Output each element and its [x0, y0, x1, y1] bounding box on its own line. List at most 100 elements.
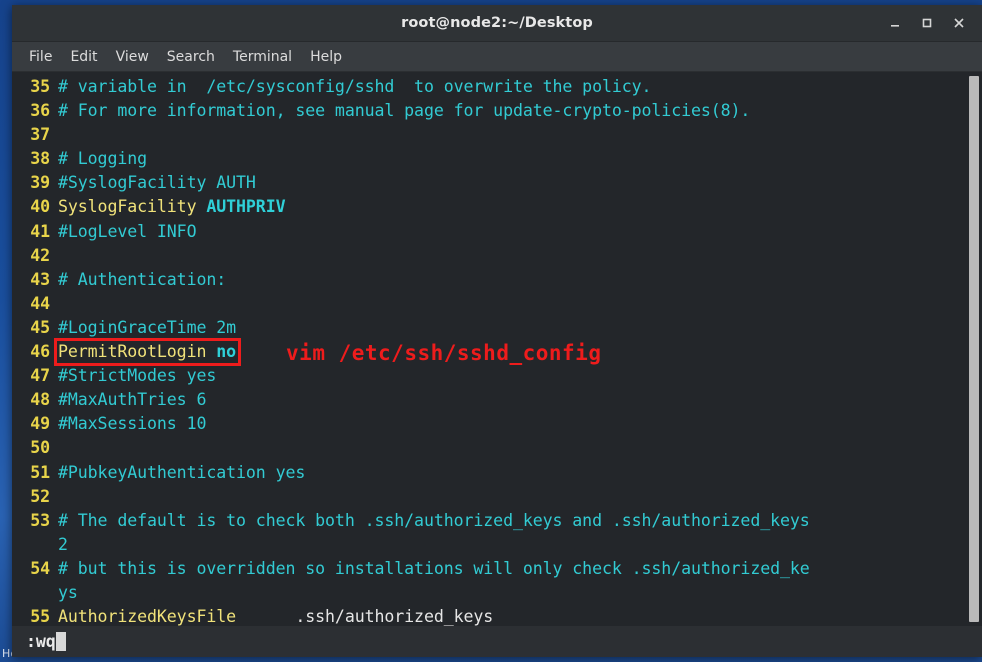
line-segment: # Authentication: [58, 269, 227, 289]
menu-item-file[interactable]: File [20, 46, 61, 68]
line-segment: #LogLevel INFO [58, 221, 197, 241]
line-content: # The default is to check both .ssh/auth… [58, 509, 810, 533]
terminal-body: 35 # variable in /etc/sysconfig/sshd to o… [12, 72, 982, 626]
line-number [20, 533, 58, 557]
editor-line: 49 #MaxSessions 10 [12, 412, 966, 436]
line-segment: 2 [58, 534, 68, 554]
maximize-button[interactable] [912, 10, 942, 36]
editor-line: 54 # but this is overridden so installati… [12, 557, 966, 581]
line-number: 48 [30, 390, 50, 410]
line-segment: .ssh/authorized_keys [236, 607, 494, 626]
line-content: #LoginGraceTime 2m [58, 316, 236, 340]
minimize-button[interactable] [880, 10, 910, 36]
editor-line: 41 #LogLevel INFO [12, 220, 966, 244]
editor-line: 55 AuthorizedKeysFile .ssh/authorized_key… [12, 605, 966, 626]
editor-line: 53 # The default is to check both .ssh/au… [12, 509, 966, 533]
line-content: SyslogFacility AUTHPRIV [58, 195, 286, 219]
line-number: 50 [30, 438, 50, 458]
window-controls [880, 10, 982, 36]
line-content: PermitRootLogin no [58, 340, 236, 364]
line-segment: #StrictModes yes [58, 366, 217, 386]
close-button[interactable] [944, 10, 974, 36]
line-number: 54 [30, 558, 50, 578]
editor-line: 38 # Logging [12, 147, 966, 171]
editor-line: 35 # variable in /etc/sysconfig/sshd to o… [12, 75, 966, 99]
line-segment: #LoginGraceTime 2m [58, 317, 237, 337]
menubar: File Edit View Search Terminal Help [12, 42, 982, 72]
line-number: 36 [30, 101, 50, 121]
line-number: 41 [30, 221, 50, 241]
line-number: 39 [30, 173, 50, 193]
line-segment: AuthorizedKeysFile [58, 607, 237, 626]
line-segment: AUTHPRIV [206, 197, 286, 217]
window-titlebar[interactable]: root@node2:~/Desktop [12, 5, 982, 42]
editor-line: 47 #StrictModes yes [12, 364, 966, 388]
line-content: #MaxSessions 10 [58, 412, 206, 436]
editor-line: 48 #MaxAuthTries 6 [12, 388, 966, 412]
line-segment: PermitRootLogin [58, 342, 217, 362]
line-content: #PubkeyAuthentication yes [58, 461, 305, 485]
annotation-callout-text: vim /etc/ssh/sshd_config [286, 341, 602, 366]
line-segment: #PubkeyAuthentication yes [58, 462, 306, 482]
line-segment: # Logging [58, 149, 148, 169]
line-number: 47 [30, 366, 50, 386]
line-content: ys [58, 581, 78, 605]
menu-item-search[interactable]: Search [158, 46, 224, 68]
editor-line: 37 [12, 123, 966, 147]
line-segment: # but this is overridden so installation… [58, 558, 810, 578]
editor-line: 40 SyslogFacility AUTHPRIV [12, 195, 966, 219]
line-number: 53 [30, 510, 50, 530]
editor-line: 42 [12, 244, 966, 268]
line-number: 44 [30, 293, 50, 313]
line-content: #SyslogFacility AUTH [58, 171, 256, 195]
scrollbar-thumb[interactable] [969, 76, 979, 622]
line-number: 52 [30, 486, 50, 506]
line-segment: #MaxSessions 10 [58, 414, 207, 434]
line-content: # For more information, see manual page … [58, 99, 750, 123]
editor-line: 2 [12, 533, 966, 557]
terminal-window: root@node2:~/Desktop File Edit View Sear… [12, 5, 982, 657]
line-content: # Logging [58, 147, 147, 171]
line-content: # variable in /etc/sysconfig/sshd to ove… [58, 75, 652, 99]
line-content: AuthorizedKeysFile .ssh/authorized_keys [58, 605, 493, 626]
vim-command-text: :wq [26, 632, 56, 651]
line-number: 45 [30, 317, 50, 337]
line-segment: #MaxAuthTries 6 [58, 390, 207, 410]
vertical-scrollbar[interactable] [966, 72, 982, 626]
line-content: #MaxAuthTries 6 [58, 388, 206, 412]
vim-editor-pane[interactable]: 35 # variable in /etc/sysconfig/sshd to o… [12, 72, 966, 626]
line-segment: # The default is to check both .ssh/auth… [58, 510, 810, 530]
line-content: # but this is overridden so installation… [58, 557, 810, 581]
editor-line: 52 [12, 485, 966, 509]
line-segment: # For more information, see manual page … [58, 101, 751, 121]
line-number [20, 581, 58, 605]
line-number: 51 [30, 462, 50, 482]
line-segment: ys [58, 582, 78, 602]
line-segment: SyslogFacility [58, 197, 207, 217]
menu-item-edit[interactable]: Edit [61, 46, 106, 68]
menu-item-help[interactable]: Help [301, 46, 351, 68]
line-content: 2 [58, 533, 68, 557]
line-content: #StrictModes yes [58, 364, 216, 388]
line-number: 55 [30, 607, 50, 626]
line-content: # Authentication: [58, 268, 226, 292]
editor-line: 43 # Authentication: [12, 268, 966, 292]
line-number: 38 [30, 149, 50, 169]
vim-command-line[interactable]: :wq [12, 626, 982, 657]
menu-item-view[interactable]: View [107, 46, 158, 68]
text-cursor [55, 632, 66, 651]
editor-line: 51 #PubkeyAuthentication yes [12, 461, 966, 485]
menu-item-terminal[interactable]: Terminal [224, 46, 301, 68]
editor-line: 39 #SyslogFacility AUTH [12, 171, 966, 195]
editor-line: 44 [12, 292, 966, 316]
line-number: 42 [30, 245, 50, 265]
editor-line: ys [12, 581, 966, 605]
window-title: root@node2:~/Desktop [401, 15, 593, 31]
desktop-background: Home root@node2:~/Desktop [0, 0, 982, 662]
editor-line: 36 # For more information, see manual pag… [12, 99, 966, 123]
line-segment: # variable in /etc/sysconfig/sshd to ove… [58, 77, 652, 96]
editor-line: 50 [12, 436, 966, 460]
editor-line: 45 #LoginGraceTime 2m [12, 316, 966, 340]
line-number: 43 [30, 269, 50, 289]
line-number: 40 [30, 197, 50, 217]
